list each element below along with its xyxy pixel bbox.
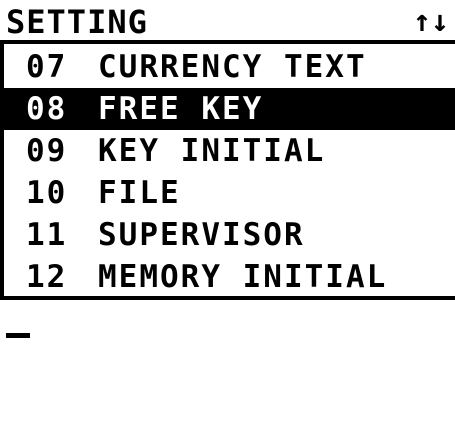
screen-title: SETTING: [6, 3, 148, 41]
scroll-arrows-icon[interactable]: ↑↓: [413, 2, 449, 42]
header-divider: [0, 40, 455, 44]
menu-item-file[interactable]: 10 FILE: [4, 172, 455, 214]
menu-item-label: FREE KEY: [98, 91, 264, 127]
entry-line[interactable]: [0, 300, 455, 342]
menu-item-free-key[interactable]: 08 FREE KEY: [4, 88, 455, 130]
menu-item-number: 08: [26, 91, 68, 127]
menu-item-label: KEY INITIAL: [98, 133, 326, 169]
menu-item-number: 11: [26, 217, 68, 253]
menu-item-label: SUPERVISOR: [98, 217, 305, 253]
menu-item-memory-initial[interactable]: 12 MEMORY INITIAL: [4, 256, 455, 298]
header-bar: SETTING ↑↓: [0, 0, 455, 48]
menu-item-number: 12: [26, 259, 68, 295]
menu-item-number: 07: [26, 49, 68, 85]
menu-item-label: MEMORY INITIAL: [98, 259, 388, 295]
menu-item-currency-text[interactable]: 07 CURRENCY TEXT: [4, 46, 455, 88]
menu-item-number: 10: [26, 175, 68, 211]
menu-item-label: CURRENCY TEXT: [98, 49, 367, 85]
settings-menu: 07 CURRENCY TEXT 08 FREE KEY 09 KEY INIT…: [4, 46, 455, 298]
menu-item-supervisor[interactable]: 11 SUPERVISOR: [4, 214, 455, 256]
menu-item-key-initial[interactable]: 09 KEY INITIAL: [4, 130, 455, 172]
menu-item-label: FILE: [98, 175, 181, 211]
text-cursor: [6, 333, 30, 338]
menu-item-number: 09: [26, 133, 68, 169]
lcd-screen: SETTING ↑↓ 07 CURRENCY TEXT 08 FREE KEY …: [0, 0, 455, 342]
